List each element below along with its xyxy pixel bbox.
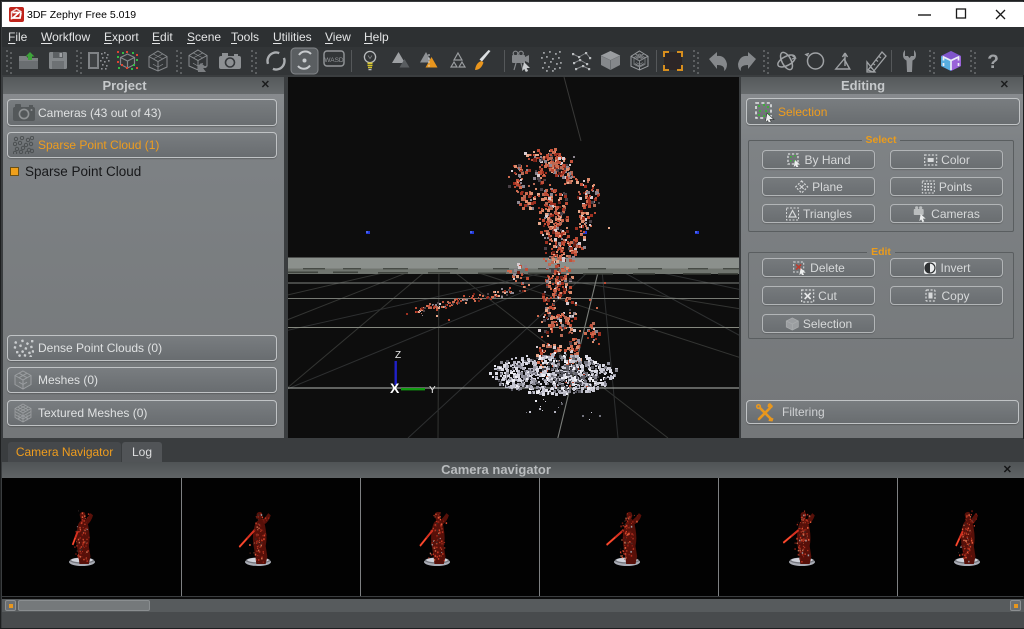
svg-text:WASD: WASD — [324, 57, 344, 64]
svg-text:?: ? — [987, 52, 999, 73]
svg-text:Z: Z — [395, 350, 401, 361]
svg-text:X: X — [390, 380, 400, 396]
svg-text:Y: Y — [429, 385, 436, 396]
